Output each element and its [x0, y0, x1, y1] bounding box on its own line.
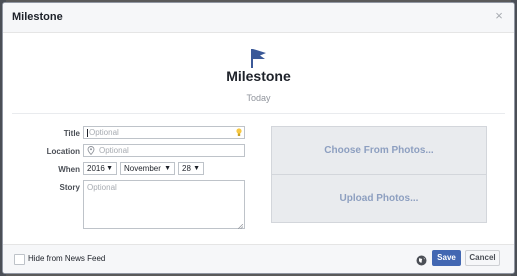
dialog-header: Milestone × [3, 3, 514, 33]
story-textarea[interactable]: Optional [83, 180, 245, 230]
when-label: When [58, 165, 80, 174]
milestone-dialog: Milestone × Milestone Today Title Option… [2, 2, 515, 274]
flag-icon [249, 47, 269, 69]
title-placeholder: Optional [89, 128, 119, 137]
photo-panel: Choose From Photos... Upload Photos... [271, 126, 487, 223]
location-input[interactable]: Optional [83, 144, 245, 157]
title-input[interactable]: Optional [83, 126, 245, 139]
day-caret-icon: ▼ [193, 165, 200, 172]
dialog-title: Milestone [12, 11, 63, 23]
save-button[interactable]: Save [432, 250, 461, 266]
month-caret-icon: ▼ [164, 165, 171, 172]
year-value: 2016 [87, 164, 105, 173]
section-divider [12, 113, 505, 114]
cancel-button[interactable]: Cancel [465, 250, 500, 266]
milestone-heading: Milestone [226, 68, 291, 84]
hide-from-feed-checkbox[interactable] [14, 254, 25, 265]
resize-handle-icon[interactable] [237, 222, 244, 230]
lightbulb-icon[interactable] [236, 128, 242, 137]
year-select[interactable]: 2016 ▼ [83, 162, 117, 175]
story-placeholder: Optional [87, 183, 117, 192]
location-pin-icon [87, 146, 95, 156]
day-select[interactable]: 28 ▼ [178, 162, 204, 175]
choose-from-photos-button[interactable]: Choose From Photos... [272, 127, 486, 174]
dialog-footer: Hide from News Feed Save Cancel [3, 244, 514, 273]
text-cursor [87, 128, 88, 137]
close-icon[interactable]: × [492, 9, 506, 23]
title-label: Title [63, 129, 80, 138]
month-select[interactable]: November ▼ [120, 162, 175, 175]
globe-icon[interactable] [416, 253, 427, 266]
milestone-date: Today [246, 93, 271, 103]
story-label: Story [59, 183, 80, 192]
month-value: November [124, 164, 161, 173]
hide-from-feed-label[interactable]: Hide from News Feed [28, 254, 105, 263]
year-caret-icon: ▼ [106, 165, 113, 172]
upload-photos-button[interactable]: Upload Photos... [272, 175, 486, 222]
location-placeholder: Optional [99, 146, 129, 155]
location-label: Location [46, 147, 80, 156]
day-value: 28 [182, 164, 191, 173]
